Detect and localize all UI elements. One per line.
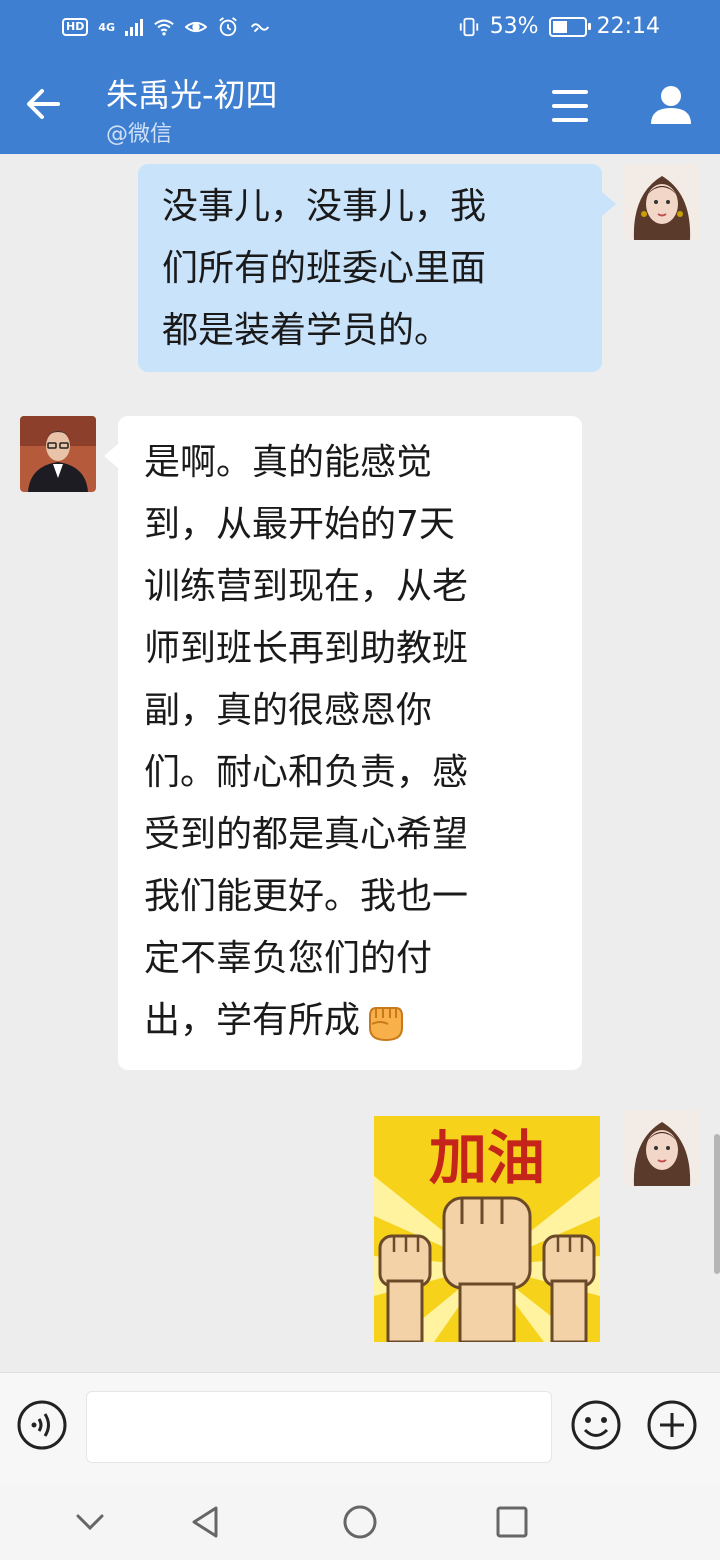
signal-icon: [125, 18, 144, 36]
status-bar: HD 4G 53% 22:14: [0, 0, 720, 58]
network-type: 4G: [98, 20, 116, 34]
avatar-self[interactable]: [624, 1110, 700, 1186]
fists-sticker[interactable]: 加油: [374, 1116, 600, 1344]
message-line: 是啊。真的能感觉: [144, 442, 433, 483]
back-arrow-icon[interactable]: [22, 82, 66, 126]
data-saver-icon: [250, 23, 270, 33]
clock: 22:14: [596, 14, 660, 39]
wifi-icon: [154, 19, 174, 36]
app-bar: 朱禹光-初四 @微信: [0, 58, 720, 154]
message-line: 定不辜负您们的付: [144, 938, 433, 979]
chat-title: 朱禹光-初四: [106, 76, 278, 114]
voice-icon[interactable]: [16, 1399, 68, 1451]
message-line: 出，学有所成: [144, 1000, 361, 1041]
header: HD 4G 53% 22:14 朱禹光-初四 @微信: [0, 0, 720, 154]
avatar-contact[interactable]: [20, 416, 96, 492]
alarm-icon: [219, 17, 237, 37]
chat-subtitle: @微信: [106, 122, 173, 147]
avatar-self[interactable]: [624, 164, 700, 240]
chat-area[interactable]: 没事儿，没事儿，我 们所有的班委心里面 都是装着学员的。 是啊。真的能感觉 到，…: [0, 154, 720, 1372]
input-bar: [0, 1372, 720, 1485]
message-line: 们。耐心和负责，感: [144, 752, 469, 793]
back-triangle-icon[interactable]: [188, 1504, 224, 1540]
battery-icon: [548, 16, 591, 37]
message-line: 师到班长再到助教班: [144, 628, 469, 669]
message-line: 训练营到现在，从老: [144, 566, 469, 607]
battery-percent: 53%: [489, 14, 539, 39]
message-line: 都是装着学员的。: [162, 310, 451, 351]
scrollbar[interactable]: [714, 1134, 720, 1274]
message-line: 副，真的很感恩你: [144, 690, 433, 731]
hd-badge: HD: [62, 18, 89, 36]
message-bubble-outgoing[interactable]: 没事儿，没事儿，我 们所有的班委心里面 都是装着学员的。: [138, 164, 616, 372]
menu-icon[interactable]: [548, 86, 592, 126]
message-line: 没事儿，没事儿，我: [162, 186, 487, 227]
home-circle-icon[interactable]: [342, 1504, 378, 1540]
sticker-text: 加油: [429, 1124, 545, 1192]
fist-emoji: [369, 1007, 404, 1042]
vibrate-icon: [459, 17, 478, 36]
message-bubble-incoming[interactable]: 是啊。真的能感觉 到，从最开始的7天 训练营到现在，从老 师到班长再到助教班 副…: [104, 416, 582, 1070]
message-line: 受到的都是真心希望: [144, 814, 469, 855]
eye-icon: [185, 21, 208, 33]
smiley-icon[interactable]: [570, 1399, 622, 1451]
chevron-down-icon[interactable]: [72, 1504, 108, 1540]
plus-icon[interactable]: [646, 1399, 698, 1451]
user-icon[interactable]: [646, 80, 696, 130]
message-line: 们所有的班委心里面: [162, 248, 487, 289]
message-line: 我们能更好。我也一: [144, 876, 469, 917]
message-line: 到，从最开始的7天: [144, 504, 455, 545]
system-nav-bar: [0, 1484, 720, 1560]
recents-square-icon[interactable]: [494, 1504, 530, 1540]
message-input[interactable]: [86, 1391, 552, 1463]
